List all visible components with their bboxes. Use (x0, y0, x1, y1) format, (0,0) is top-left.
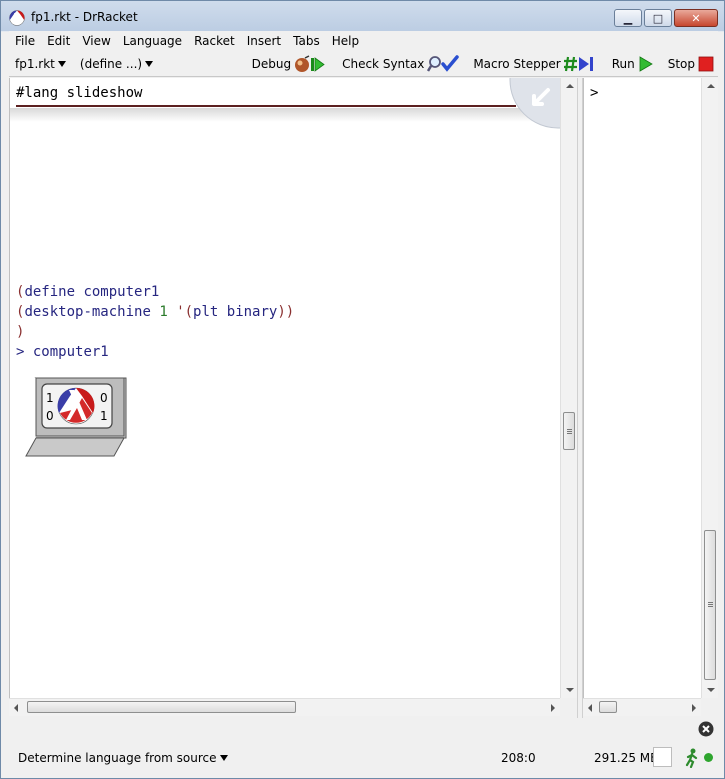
menu-bar: File Edit View Language Racket Insert Ta… (9, 31, 718, 51)
editor-horizontal-scrollbar[interactable] (9, 698, 560, 716)
code-line-3: ) (16, 324, 24, 340)
interactions-hscroll-thumb[interactable] (599, 701, 617, 713)
computer-picture: 1 0 0 1 (25, 377, 127, 457)
code-line-2: (desktop-machine 1 '(plt binary)) (16, 304, 294, 320)
bit-top-right: 0 (100, 391, 108, 405)
stop-square-icon (698, 56, 714, 72)
debug-icon (295, 55, 325, 72)
menu-insert[interactable]: Insert (241, 34, 287, 48)
run-label: Run (611, 57, 635, 71)
file-dropdown-label: fp1.rkt (15, 57, 55, 71)
toolbar: fp1.rkt (define ...) Debug Check Syntax … (9, 52, 718, 77)
code-paren: )) (277, 304, 295, 320)
bit-bottom-left: 0 (46, 409, 54, 423)
editor-vertical-scrollbar[interactable] (560, 78, 577, 698)
lang-line-divider (16, 105, 516, 107)
corner-arrow-icon (509, 78, 560, 129)
menu-file[interactable]: File (9, 34, 41, 48)
macro-stepper-label: Macro Stepper (473, 57, 561, 71)
code-identifier: computer1 (83, 284, 160, 300)
code-paren: ) (16, 324, 25, 340)
bit-top-left: 1 (46, 391, 54, 405)
scroll-up-arrow-icon[interactable] (566, 84, 574, 88)
running-man-icon (685, 748, 698, 768)
code-line-1: (define computer1 (16, 284, 159, 300)
window-title: fp1.rkt - DrRacket (31, 10, 138, 24)
cursor-position: 208:0 (501, 751, 536, 765)
menu-tabs[interactable]: Tabs (287, 34, 326, 48)
interactions-horizontal-scrollbar[interactable] (583, 698, 701, 716)
definitions-editor[interactable]: #lang slideshow (define computer1 (deskt… (9, 78, 560, 698)
language-label: Determine language from source (18, 751, 217, 765)
repl-prompt: > (16, 344, 25, 360)
menu-language[interactable]: Language (117, 34, 188, 48)
interactions-scroll-thumb[interactable] (704, 530, 716, 680)
repl-expression: computer1 (32, 344, 109, 360)
status-dot-icon (704, 753, 713, 762)
menu-racket[interactable]: Racket (188, 34, 241, 48)
status-bar: Determine language from source 208:0 291… (9, 743, 718, 773)
define-dropdown-label: (define ...) (79, 57, 143, 71)
gc-indicator (653, 747, 672, 767)
lang-line: #lang slideshow (16, 85, 143, 101)
run-arrow-icon (639, 56, 653, 72)
interactions-prompt: > (590, 85, 599, 101)
menu-help[interactable]: Help (326, 34, 365, 48)
chevron-down-icon (57, 61, 66, 67)
stop-label: Stop (667, 57, 695, 71)
close-circle-icon[interactable] (698, 721, 714, 737)
code-identifier: plt binary (193, 304, 278, 320)
scroll-left-arrow-icon[interactable] (14, 704, 18, 712)
drracket-window: fp1.rkt - DrRacket ▁ □ ✕ File Edit View … (0, 0, 725, 779)
code-quote: '( (176, 304, 194, 320)
run-button[interactable]: Run (612, 55, 654, 73)
window-controls: ▁ □ ✕ (612, 9, 718, 27)
code-identifier: desktop-machine (24, 304, 151, 320)
scroll-down-arrow-icon[interactable] (566, 688, 574, 692)
debug-label: Debug (251, 57, 292, 71)
maximize-button[interactable]: □ (644, 9, 672, 27)
minimize-button[interactable]: ▁ (614, 9, 642, 27)
debug-button[interactable]: Debug (252, 55, 328, 73)
interactions-vertical-scrollbar[interactable] (701, 78, 718, 698)
check-syntax-button[interactable]: Check Syntax (342, 55, 460, 73)
menu-view[interactable]: View (76, 34, 116, 48)
hash-step-icon (563, 56, 593, 72)
chevron-down-icon (145, 61, 154, 67)
interactions-pane[interactable]: > (583, 78, 701, 698)
editor-scroll-thumb[interactable] (563, 412, 575, 450)
scroll-down-arrow-icon[interactable] (707, 688, 715, 692)
bit-bottom-right: 1 (100, 409, 108, 423)
code-keyword: define (24, 284, 76, 300)
stop-button[interactable]: Stop (668, 55, 714, 73)
lang-line-shadow (10, 108, 559, 122)
racket-logo-icon (9, 10, 25, 26)
code-number: 1 (159, 304, 168, 320)
chevron-down-icon (219, 755, 228, 761)
scroll-left-arrow-icon[interactable] (588, 704, 592, 712)
macro-stepper-button[interactable]: Macro Stepper (473, 55, 597, 73)
scroll-right-arrow-icon[interactable] (692, 704, 696, 712)
define-dropdown[interactable]: (define ...) (79, 57, 154, 71)
magnifier-check-icon (427, 55, 460, 72)
close-button[interactable]: ✕ (674, 9, 718, 27)
editor-hscroll-thumb[interactable] (27, 701, 296, 713)
memory-usage[interactable]: 291.25 MB (594, 751, 658, 765)
repl-line: > computer1 (16, 344, 109, 360)
scroll-right-arrow-icon[interactable] (551, 704, 555, 712)
language-selector[interactable]: Determine language from source (18, 751, 228, 765)
title-bar[interactable]: fp1.rkt - DrRacket ▁ □ ✕ (1, 1, 724, 31)
scroll-up-arrow-icon[interactable] (707, 84, 715, 88)
check-syntax-label: Check Syntax (342, 57, 425, 71)
menu-edit[interactable]: Edit (41, 34, 76, 48)
file-dropdown[interactable]: fp1.rkt (15, 57, 66, 71)
